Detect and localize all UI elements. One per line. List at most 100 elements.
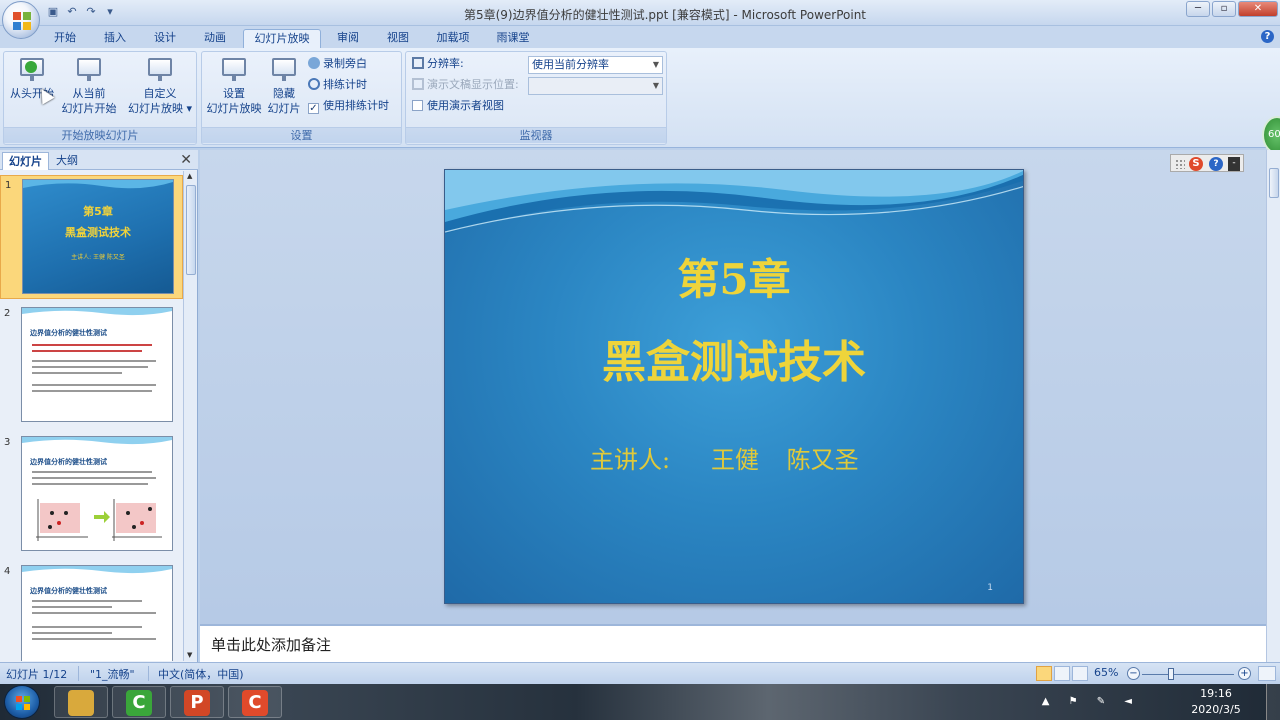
resolution-value: 使用当前分辨率 [532,58,609,71]
slide-sorter-view-icon[interactable] [1054,666,1070,681]
restore-button[interactable]: ▫ [1212,1,1236,17]
taskbar-camtasia[interactable]: C [112,686,166,718]
slide-presenter-label[interactable]: 主讲人: [590,440,670,475]
system-tray-icons[interactable]: ▲ ⚑ ✎ ◄ [1042,696,1140,707]
slide-position: 幻灯片 1/12 [6,668,68,681]
zoom-out-button[interactable]: − [1127,667,1140,680]
close-button[interactable]: ✕ [1238,1,1278,17]
divider [148,666,149,681]
slide-chapter[interactable]: 第5章 [445,246,1023,307]
use-rehearsed-timings-label: 使用排练计时 [323,99,389,112]
drag-handle-icon[interactable] [1175,159,1185,169]
thumbnail-number: 3 [4,437,11,448]
slide-page-number: 1 [987,583,993,593]
group-label-monitors: 监视器 [406,127,666,143]
thumbnail-scrollbar[interactable]: ▲ ▼ [183,171,197,661]
thumbnail-title: 黑盒测试技术 [65,226,131,239]
notes-placeholder[interactable]: 单击此处添加备注 [211,634,331,655]
presenter-view-checkbox[interactable]: 使用演示者视图 [412,97,504,115]
setup-slideshow-button[interactable]: 设置 幻灯片放映 [204,56,264,116]
title-bar: ▣ ↶ ↷ ▾ 第5章(9)边界值分析的健壮性测试.ppt [兼容模式] - M… [0,0,1280,26]
tab-slides[interactable]: 幻灯片 [2,152,49,170]
thumbnail-number: 4 [4,566,11,577]
slide-presenter-names[interactable]: 王健 陈又圣 [711,440,859,475]
start-button[interactable] [4,685,40,719]
hide-slide-button[interactable]: 隐藏 幻灯片 [264,56,304,116]
from-current-label-2: 幻灯片开始 [61,102,117,115]
tab-slide-show[interactable]: 幻灯片放映 [243,29,321,48]
tab-insert[interactable]: 插入 [98,29,132,48]
tab-review[interactable]: 审阅 [331,29,365,48]
window-controls: ─ ▫ ✕ [1186,1,1278,17]
custom-slideshow-icon [147,56,173,82]
zoom-slider[interactable] [1142,674,1234,675]
clock-date[interactable]: 2020/3/5 [1186,703,1246,716]
folder-icon [68,690,94,716]
from-current-button[interactable]: 从当前 幻灯片开始 [58,56,120,116]
zoom-level[interactable]: 65% [1094,666,1118,679]
notes-scrollbar[interactable] [1266,624,1280,662]
slide-editing-area: 第5章 黑盒测试技术 主讲人: 王健 陈又圣 1 S ? - [200,150,1266,624]
floating-toolbar[interactable]: S ? - [1170,154,1244,172]
slideshow-from-start-icon [19,56,45,82]
tab-add-ins[interactable]: 加载项 [430,29,476,48]
sogou-input-icon[interactable]: S [1189,157,1203,171]
main-scrollbar[interactable] [1266,150,1280,624]
help-icon[interactable]: ? [1261,30,1274,43]
custom-slideshow-button[interactable]: 自定义 幻灯片放映 ▾ [124,56,196,116]
help-icon[interactable]: ? [1209,157,1223,171]
clock-time[interactable]: 19:16 [1186,687,1246,700]
scroll-up-icon[interactable]: ▲ [187,172,192,180]
tab-animations[interactable]: 动画 [198,29,232,48]
hide-slide-icon [271,56,297,82]
zoom-in-button[interactable]: + [1238,667,1251,680]
scroll-down-icon[interactable]: ▼ [187,651,192,659]
show-on-dropdown[interactable]: ▼ [528,77,663,95]
taskbar-powerpoint[interactable]: P [170,686,224,718]
text-line [32,471,152,473]
rehearse-timings-button[interactable]: 排练计时 [308,76,367,94]
tab-view[interactable]: 视图 [381,29,415,48]
show-desktop-button[interactable] [1266,684,1280,720]
tab-rain-classroom[interactable]: 雨课堂 [490,29,536,48]
resolution-label-item: 分辨率: [412,55,464,73]
record-narration-button[interactable]: 录制旁白 [308,55,367,73]
wave-decoration [22,437,172,445]
taskbar-camtasia-recorder[interactable]: C [228,686,282,718]
use-rehearsed-timings-checkbox[interactable]: ✓ 使用排练计时 [308,97,389,115]
office-button[interactable] [2,1,40,39]
scroll-thumb[interactable] [186,185,196,275]
slide-title[interactable]: 黑盒测试技术 [445,326,1023,390]
ribbon: 从头开始 从当前 幻灯片开始 自定义 幻灯片放映 ▾ 开始放映幻灯片 设置 幻灯… [0,48,1280,154]
language[interactable]: 中文(简体，中国) [158,666,244,682]
taskbar-file-explorer[interactable] [54,686,108,718]
text-line [32,390,152,392]
thumbnail-slide-2[interactable]: 2 边界值分析的健壮性测试 [0,304,183,428]
close-icon[interactable]: ✕ [180,152,192,168]
resolution-dropdown[interactable]: 使用当前分辨率 ▼ [528,56,663,74]
current-slide[interactable]: 第5章 黑盒测试技术 主讲人: 王健 陈又圣 1 [444,169,1024,604]
group-monitors: 分辨率: 使用当前分辨率 ▼ 演示文稿显示位置: ▼ 使用演示者视图 监视器 [405,51,667,145]
menu-icon[interactable]: - [1228,157,1240,171]
text-line [32,366,148,368]
thumbnail-number: 1 [5,180,12,191]
scroll-thumb[interactable] [1269,168,1279,198]
fit-to-window-icon[interactable] [1258,666,1276,681]
tab-home[interactable]: 开始 [48,29,82,48]
status-bar: 幻灯片 1/12 "1_流畅" 中文(简体，中国) 65% − + [0,662,1280,684]
minimize-button[interactable]: ─ [1186,1,1210,17]
zoom-slider-thumb[interactable] [1168,668,1174,680]
window-title: 第5章(9)边界值分析的健壮性测试.ppt [兼容模式] - Microsoft… [463,8,867,22]
normal-view-icon[interactable] [1036,666,1052,681]
thumbnail-slide-3[interactable]: 3 边界值分析的健壮性测试 [0,433,183,557]
thumbnail-number: 2 [4,308,11,319]
tab-outline[interactable]: 大纲 [50,152,84,170]
thumbnail-slide-1[interactable]: 1 第5章 黑盒测试技术 主讲人: 王健 陈又圣 [0,175,183,299]
text-line [32,612,156,614]
notes-pane[interactable]: 单击此处添加备注 [200,624,1266,662]
thumbnail-chapter: 第5章 [83,205,113,218]
slideshow-view-icon[interactable] [1072,666,1088,681]
thumbnail-slide-4[interactable]: 4 边界值分析的健壮性测试 [0,562,183,661]
side-badge[interactable]: 60 [1262,116,1280,154]
tab-design[interactable]: 设计 [148,29,182,48]
